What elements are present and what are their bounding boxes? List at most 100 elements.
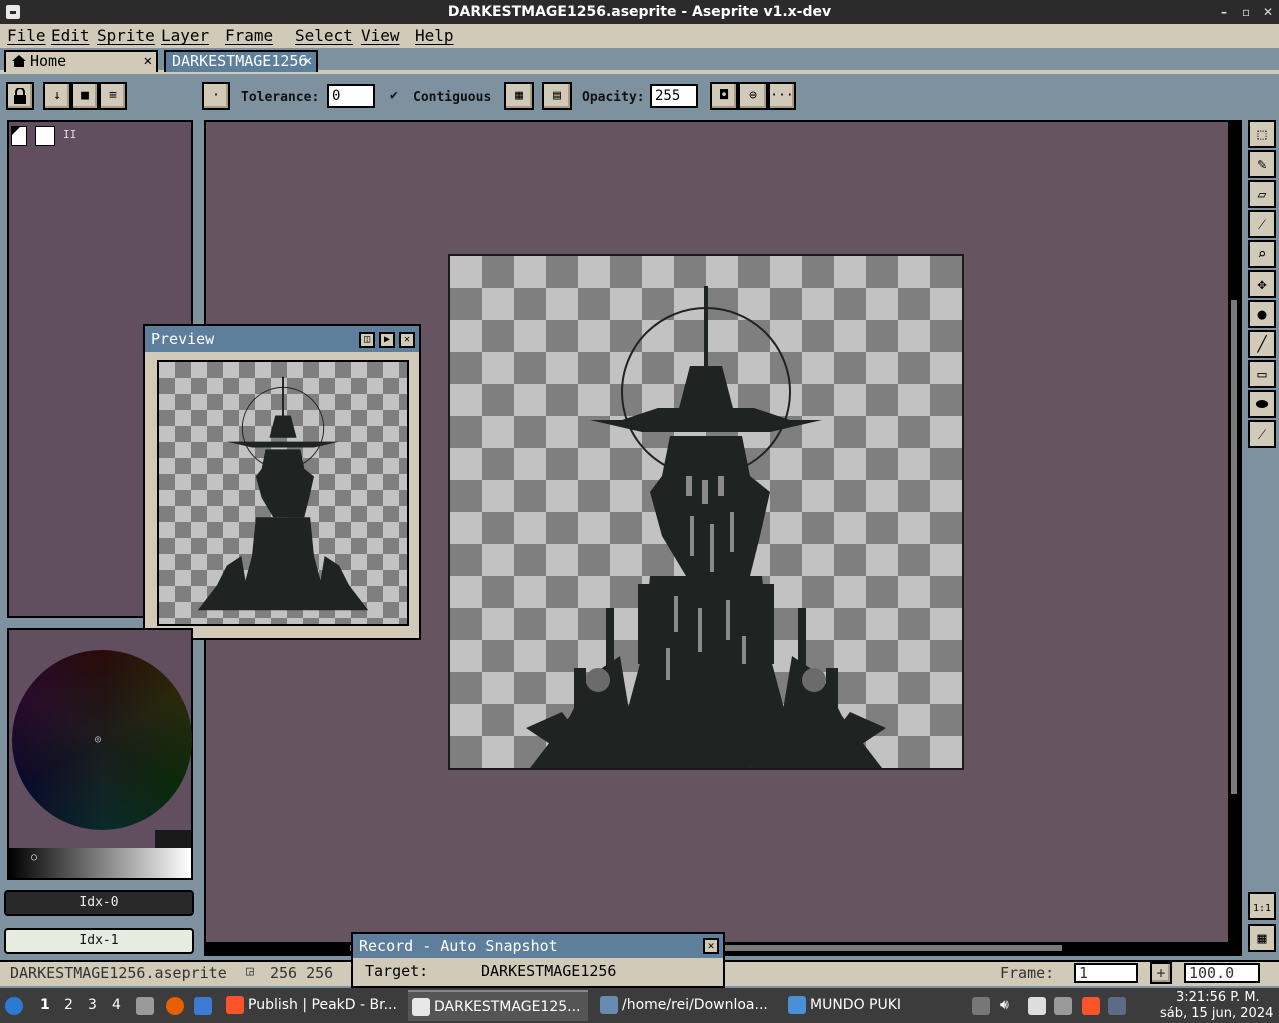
record-titlebar[interactable]: Record - Auto Snapshot bbox=[353, 934, 723, 958]
display-icon[interactable] bbox=[1054, 997, 1072, 1015]
ink-icon: ◘ bbox=[720, 88, 728, 103]
clipboard-icon[interactable] bbox=[1028, 997, 1046, 1015]
sprite-canvas[interactable] bbox=[448, 254, 964, 770]
file-manager-icon[interactable] bbox=[136, 997, 154, 1015]
fill-tool[interactable]: ● bbox=[1248, 300, 1276, 328]
tray-brave-icon[interactable] bbox=[1082, 997, 1100, 1015]
layer-square-button[interactable]: ■ bbox=[71, 82, 99, 110]
menu-help[interactable]: Help bbox=[415, 26, 454, 45]
blur-tool[interactable]: ⁄ bbox=[1248, 420, 1276, 448]
preview-window[interactable]: Preview ◫ ▶ ✕ bbox=[143, 324, 421, 640]
preview-canvas[interactable] bbox=[157, 360, 409, 626]
contiguous-check-icon[interactable]: ✔ bbox=[390, 88, 398, 103]
taskbar-item-aseprite[interactable]: DARKESTMAGE125... bbox=[408, 990, 588, 1021]
notification-icon[interactable] bbox=[1108, 997, 1126, 1015]
maximize-icon[interactable]: ▫ bbox=[1242, 0, 1250, 24]
close-icon[interactable]: ✕ bbox=[1263, 0, 1273, 24]
pixel-perfect-button[interactable]: ▦ bbox=[504, 82, 534, 110]
tolerance-input[interactable]: 0 bbox=[327, 84, 375, 108]
tab-home-close-icon[interactable]: ✕ bbox=[144, 52, 152, 71]
preview-titlebar[interactable]: Preview bbox=[145, 326, 419, 352]
dark-mage-sprite bbox=[526, 286, 886, 768]
tab-document[interactable]: DARKESTMAGE1256 ✕ bbox=[164, 50, 318, 72]
workspace-2[interactable]: 2 bbox=[64, 997, 73, 1013]
status-size: 256 256 bbox=[270, 964, 334, 982]
add-frame-button[interactable]: + bbox=[1150, 962, 1172, 984]
tab-document-close-icon[interactable]: ✕ bbox=[304, 52, 312, 71]
lock-icon bbox=[14, 87, 26, 104]
layer-marker: II bbox=[63, 128, 77, 141]
ink-button[interactable]: ◘ bbox=[710, 82, 738, 110]
menu-edit[interactable]: Edit bbox=[51, 26, 90, 45]
opacity-input[interactable]: 255 bbox=[650, 84, 698, 108]
background-color-button[interactable]: Idx-1 bbox=[4, 928, 194, 954]
preview-center-button[interactable]: ◫ bbox=[359, 332, 375, 348]
taskbar-item-folder[interactable]: MUNDO PUKI bbox=[784, 990, 924, 1021]
color-panel: ◎ ○ bbox=[7, 628, 193, 880]
frame-input[interactable]: 1 bbox=[1074, 963, 1138, 983]
text-editor-icon bbox=[600, 996, 618, 1014]
blob-icon: ⬬ bbox=[1255, 395, 1269, 413]
rectangle-tool[interactable]: ▭ bbox=[1248, 360, 1276, 388]
home-icon bbox=[12, 55, 26, 67]
record-close-button[interactable]: ✕ bbox=[703, 938, 719, 954]
marquee-tool[interactable]: ⬚ bbox=[1248, 120, 1276, 148]
record-snapshot-window[interactable]: Record - Auto Snapshot ✕ Target: DARKEST… bbox=[351, 932, 725, 988]
layers-icon: ▤ bbox=[553, 88, 561, 103]
workspace-1[interactable]: 1 bbox=[40, 997, 50, 1013]
brush-type-button[interactable]: · bbox=[202, 82, 230, 110]
layer-down-button[interactable]: ↓ bbox=[43, 82, 71, 110]
workspace-4[interactable]: 4 bbox=[112, 997, 121, 1013]
taskbar: 1 2 3 4 Publish | PeakD - Br... DARKESTM… bbox=[0, 988, 1279, 1023]
eraser-icon: ▱ bbox=[1257, 185, 1267, 203]
workspace-3[interactable]: 3 bbox=[88, 997, 97, 1013]
menu-file[interactable]: File bbox=[7, 26, 46, 45]
menu-select[interactable]: Select bbox=[295, 26, 353, 45]
menu-layer[interactable]: Layer bbox=[161, 26, 209, 45]
color-wheel[interactable] bbox=[12, 650, 192, 830]
desktop-icon[interactable] bbox=[194, 997, 212, 1015]
menu-view[interactable]: View bbox=[361, 26, 400, 45]
tray-upload-icon[interactable] bbox=[972, 997, 990, 1015]
lock-button[interactable] bbox=[6, 82, 34, 110]
zoom-tool[interactable]: ⌕ bbox=[1248, 240, 1276, 268]
selected-shade bbox=[155, 830, 191, 848]
paint-drop-icon: ● bbox=[1257, 305, 1267, 323]
taskbar-item-editor-label: /home/rei/Downloa... bbox=[622, 997, 768, 1013]
cel-frame[interactable] bbox=[35, 126, 55, 146]
vertical-scrollbar[interactable] bbox=[1228, 122, 1240, 954]
more-options-button[interactable]: ··· bbox=[768, 82, 796, 110]
blend-button[interactable]: ⊜ bbox=[738, 82, 768, 110]
preview-close-button[interactable]: ✕ bbox=[399, 332, 415, 348]
pencil-tool[interactable]: ✎ bbox=[1248, 150, 1276, 178]
preview-play-button[interactable]: ▶ bbox=[379, 332, 395, 348]
window-titlebar: DARKESTMAGE1256.aseprite - Aseprite v1.x… bbox=[0, 0, 1279, 24]
one-to-one-icon: 1:1 bbox=[1252, 903, 1272, 914]
volume-icon[interactable]: 🔊︎ bbox=[1000, 997, 1009, 1013]
taskbar-item-editor[interactable]: /home/rei/Downloa... bbox=[596, 990, 778, 1021]
zoom-input[interactable]: 100.0 bbox=[1184, 963, 1260, 983]
eyedropper-tool[interactable]: ⁄ bbox=[1248, 210, 1276, 238]
move-tool[interactable]: ✥ bbox=[1248, 270, 1276, 298]
timeline-toggle-button[interactable]: ▦ bbox=[1248, 924, 1276, 952]
actual-size-button[interactable]: 1:1 bbox=[1248, 892, 1276, 920]
firefox-icon[interactable] bbox=[166, 997, 184, 1015]
taskbar-item-browser[interactable]: Publish | PeakD - Br... bbox=[222, 990, 400, 1021]
contour-tool[interactable]: ⬬ bbox=[1248, 390, 1276, 418]
tab-home[interactable]: Home ✕ bbox=[4, 50, 158, 72]
preview-title: Preview bbox=[151, 330, 215, 348]
blend-icon: ⊜ bbox=[749, 88, 757, 103]
taskbar-item-aseprite-label: DARKESTMAGE125... bbox=[434, 999, 581, 1015]
layer-menu-button[interactable]: ≡ bbox=[99, 82, 127, 110]
sampling-button[interactable]: ▤ bbox=[542, 82, 572, 110]
record-title: Record - Auto Snapshot bbox=[359, 937, 558, 955]
tab-document-label: DARKESTMAGE1256 bbox=[172, 52, 308, 70]
minimize-icon[interactable]: – bbox=[1221, 0, 1227, 24]
menu-frame[interactable]: Frame bbox=[225, 26, 273, 45]
eraser-tool[interactable]: ▱ bbox=[1248, 180, 1276, 208]
start-menu-icon[interactable] bbox=[5, 997, 23, 1015]
line-tool[interactable]: ╱ bbox=[1248, 330, 1276, 358]
cel-thumbnail[interactable] bbox=[11, 126, 27, 146]
menu-sprite[interactable]: Sprite bbox=[97, 26, 155, 45]
foreground-color-button[interactable]: Idx-0 bbox=[4, 890, 194, 916]
